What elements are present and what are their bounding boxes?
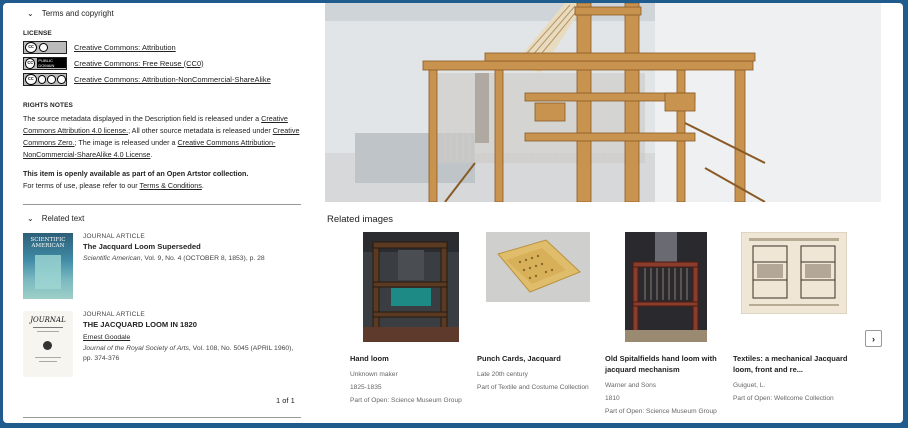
card-title[interactable]: Hand loom xyxy=(350,353,472,364)
card-collection: Part of Textile and Costume Collection xyxy=(477,384,589,391)
article-type: JOURNAL ARTICLE xyxy=(83,311,145,318)
terms-of-use-line: For terms of use, please refer to our Te… xyxy=(23,180,303,192)
chevron-down-icon: ⌄ xyxy=(27,8,34,18)
spitalfields-loom-photo xyxy=(625,232,707,342)
license-label: LICENSE xyxy=(23,30,52,37)
cc-zero-badge-icon: cc PUBLIC DOMAIN xyxy=(23,56,67,70)
terms-conditions-link[interactable]: Terms & Conditions xyxy=(140,181,202,190)
card-details: Late 20th century Part of Textile and Co… xyxy=(477,370,599,393)
card-title[interactable]: Punch Cards, Jacquard xyxy=(477,353,599,364)
card-title[interactable]: Textiles: a mechanical Jacquard loom, fr… xyxy=(733,353,855,375)
card-image xyxy=(605,232,727,346)
card-details: Unknown maker 1825-1835 Part of Open: Sc… xyxy=(350,370,472,406)
hand-loom-photo xyxy=(363,232,459,342)
license-link[interactable]: Creative Commons: Attribution xyxy=(74,43,176,52)
open-access-note: This item is openly available as part of… xyxy=(23,168,303,192)
license-row: cc PUBLIC DOMAIN Creative Commons: Free R… xyxy=(23,55,271,71)
next-button[interactable]: › xyxy=(865,330,882,347)
media-column: Related images Hand loom Unknown maker 1… xyxy=(325,3,903,423)
card-collection: Part of Open: Wellcome Collection xyxy=(733,395,834,402)
article-author-link[interactable]: Ernest Goodale xyxy=(83,334,130,341)
article-thumbnail: SCIENTIFIC AMERICAN xyxy=(23,233,73,299)
thumbnail-title: SCIENTIFIC AMERICAN xyxy=(30,237,66,249)
rights-text: ; The image is released under a xyxy=(74,138,176,147)
card-details: Warner and Sons 1810 Part of Open: Scien… xyxy=(605,381,727,417)
license-link[interactable]: Creative Commons: Attribution-NonCommerc… xyxy=(74,75,271,84)
rights-text: . xyxy=(150,150,153,159)
thumbnail-rule xyxy=(37,331,59,332)
thumbnail-title: JOURNAL xyxy=(30,316,66,324)
license-row: cc Creative Commons: Attribution-NonComm… xyxy=(23,71,271,87)
terms-of-use-text: . xyxy=(201,181,204,190)
article-title[interactable]: The Jacquard Loom Superseded xyxy=(83,242,265,251)
article-thumbnail: JOURNAL xyxy=(23,311,73,377)
article-type: JOURNAL ARTICLE xyxy=(83,233,145,240)
mechanical-loom-engraving xyxy=(741,232,847,314)
related-image-card[interactable]: Hand loom Unknown maker 1825-1835 Part o… xyxy=(350,232,472,406)
cover-figure-icon xyxy=(35,255,61,289)
card-image xyxy=(477,232,599,346)
cc-by-badge-icon: cc xyxy=(23,40,67,54)
punch-cards-photo xyxy=(486,232,590,302)
terms-section-toggle[interactable]: ⌄ Terms and copyright xyxy=(23,9,114,18)
terms-header: Terms and copyright xyxy=(41,9,114,18)
rights-text: The source metadata displayed in the Des… xyxy=(23,114,260,123)
card-date: Late 20th century xyxy=(477,371,528,378)
card-details: Guiguet, L. Part of Open: Wellcome Colle… xyxy=(733,381,855,404)
card-collection: Part of Open: Science Museum Group xyxy=(350,397,462,404)
related-images-header: Related images xyxy=(327,214,394,225)
card-title[interactable]: Old Spitalfields hand loom with jacquard… xyxy=(605,353,727,375)
journal-name: Journal of the Royal Society of Arts xyxy=(83,345,189,352)
article-source: Scientific American, Vol. 9, No. 4 (OCTO… xyxy=(83,254,265,264)
card-date: 1810 xyxy=(605,395,620,402)
license-link[interactable]: Creative Commons: Free Reuse (CC0) xyxy=(74,59,204,68)
related-image-card[interactable]: Textiles: a mechanical Jacquard loom, fr… xyxy=(733,232,855,404)
card-image xyxy=(733,232,855,346)
terms-of-use-text: For terms of use, please refer to our xyxy=(23,181,138,190)
seal-icon xyxy=(43,341,52,350)
related-image-card[interactable]: Punch Cards, Jacquard Late 20th century … xyxy=(477,232,599,393)
rights-text: ; All other source metadata is released … xyxy=(128,126,271,135)
section-divider xyxy=(23,204,301,205)
details-column: ⌄ Terms and copyright LICENSE cc Creativ… xyxy=(3,3,303,423)
related-text-header: Related text xyxy=(41,214,85,223)
section-divider xyxy=(23,417,301,418)
thumbnail-rule xyxy=(35,357,61,358)
card-maker: Unknown maker xyxy=(350,371,398,378)
rights-notes-label: RIGHTS NOTES xyxy=(23,102,73,109)
card-collection: Part of Open: Science Museum Group xyxy=(605,408,717,415)
license-row: cc Creative Commons: Attribution xyxy=(23,39,271,55)
card-maker: Warner and Sons xyxy=(605,382,657,389)
thumbnail-rule xyxy=(39,361,57,362)
article-author-line: Ernest Goodale xyxy=(83,333,299,343)
license-list: cc Creative Commons: Attribution cc PUBLI… xyxy=(23,39,271,87)
chevron-right-icon: › xyxy=(872,333,875,344)
chevron-down-icon: ⌄ xyxy=(27,213,34,223)
card-image xyxy=(350,232,472,346)
related-text-toggle[interactable]: ⌄ Related text xyxy=(23,214,84,223)
article-info: JOURNAL ARTICLE THE JACQUARD LOOM IN 182… xyxy=(83,311,299,377)
card-maker: Guiguet, L. xyxy=(733,382,766,389)
open-access-heading: This item is openly available as part of… xyxy=(23,169,249,178)
article-source: Journal of the Royal Society of Arts, Vo… xyxy=(83,344,299,364)
pagination-text: 1 of 1 xyxy=(276,396,295,405)
card-date: 1825-1835 xyxy=(350,384,382,391)
hero-image[interactable] xyxy=(325,3,881,202)
article-item[interactable]: SCIENTIFIC AMERICAN JOURNAL ARTICLE The … xyxy=(23,233,301,299)
issue-info: , Vol. 9, No. 4 (OCTOBER 8, 1853), p. 28 xyxy=(140,255,265,262)
jacquard-loom-photo xyxy=(325,3,881,202)
article-info: JOURNAL ARTICLE The Jacquard Loom Supers… xyxy=(83,233,265,299)
rights-notes-text: The source metadata displayed in the Des… xyxy=(23,113,303,161)
thumbnail-rule xyxy=(33,327,63,328)
related-image-card[interactable]: Old Spitalfields hand loom with jacquard… xyxy=(605,232,727,417)
article-item[interactable]: JOURNAL JOURNAL ARTICLE THE JACQUARD LOO… xyxy=(23,311,301,377)
article-title[interactable]: THE JACQUARD LOOM IN 1820 xyxy=(83,320,299,329)
page-frame: ⌄ Terms and copyright LICENSE cc Creativ… xyxy=(3,3,903,423)
journal-name: Scientific American xyxy=(83,255,141,262)
cc-by-nc-sa-badge-icon: cc xyxy=(23,72,67,86)
